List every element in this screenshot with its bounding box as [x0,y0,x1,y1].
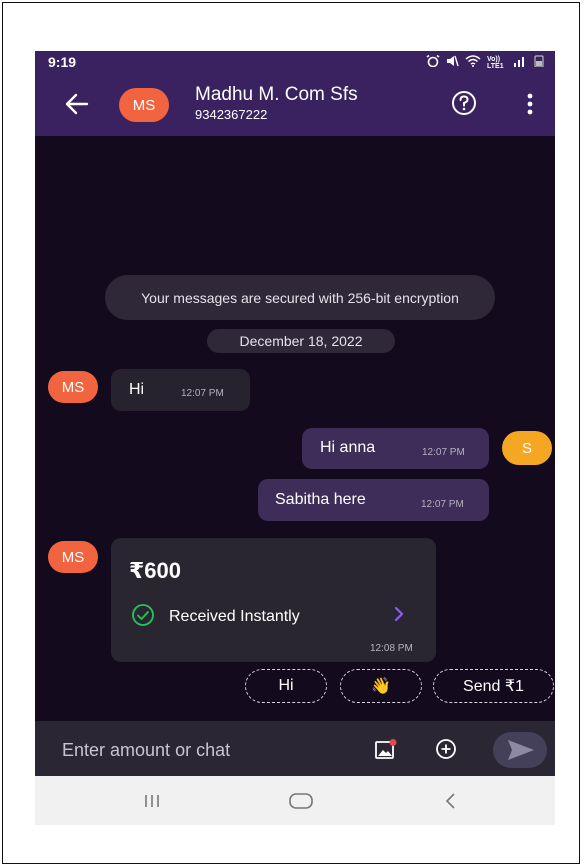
chat-input[interactable]: Enter amount or chat [62,740,230,761]
chat-input-bar: Enter amount or chat [35,721,555,776]
message-text: Sabitha here [275,491,366,508]
status-time: 9:19 [48,54,77,70]
send-button[interactable] [493,732,547,768]
signal-icon [513,55,527,70]
battery-icon [533,55,545,70]
alarm-icon [426,54,440,70]
contact-avatar[interactable]: MS [119,88,169,122]
message-text: Hi anna [320,439,376,456]
quick-reply-send-1[interactable]: Send ₹1 [433,669,554,703]
status-bar: 9:19 Vo)) LTE1 [35,51,555,74]
payment-status: Received Instantly [169,608,300,625]
phone-screen: 9:19 Vo)) LTE1 MS Madhu M. Com Sfs 93423… [35,51,555,825]
more-vert-icon[interactable] [525,92,535,116]
encryption-notice-text: Your messages are secured with 256-bit e… [141,289,459,306]
recents-icon[interactable] [141,790,163,812]
incoming-message[interactable]: Hi 12:07 PM [111,369,250,411]
home-icon[interactable] [288,790,314,812]
message-time: 12:07 PM [421,499,464,510]
payment-status-row[interactable]: Received Instantly [131,603,300,632]
message-time: 12:07 PM [181,388,224,399]
chevron-right-icon[interactable] [393,606,405,627]
message-time: 12:07 PM [422,447,465,458]
payment-time: 12:08 PM [370,643,413,654]
quick-reply-hi[interactable]: Hi [245,669,327,703]
message-text: Hi [129,381,145,398]
send-icon [508,740,534,760]
network-label: Vo)) LTE1 [487,55,504,70]
wifi-icon [465,55,481,70]
quick-reply-wave[interactable]: 👋 [340,669,422,703]
screenshot-frame: 9:19 Vo)) LTE1 MS Madhu M. Com Sfs 93423… [2,2,580,864]
chat-header: MS Madhu M. Com Sfs 9342367222 [35,74,555,136]
payment-amount: ₹600 [129,558,182,583]
encryption-notice: Your messages are secured with 256-bit e… [105,275,495,320]
back-nav-icon[interactable] [440,790,462,812]
contact-name[interactable]: Madhu M. Com Sfs [195,84,358,106]
date-separator: December 18, 2022 [207,329,395,353]
gallery-icon[interactable] [375,739,397,759]
payment-card[interactable]: ₹600 Received Instantly 12:08 PM [111,538,436,662]
outgoing-message[interactable]: Sabitha here 12:07 PM [258,479,489,521]
check-circle-icon [131,603,155,632]
status-icons: Vo)) LTE1 [426,54,545,70]
sender-avatar[interactable]: MS [48,371,98,403]
contact-phone: 9342367222 [195,107,268,122]
outgoing-message[interactable]: Hi anna 12:07 PM [302,428,489,469]
system-navigation-bar [35,776,555,825]
mute-icon [446,55,459,70]
my-avatar[interactable]: S [502,431,552,465]
help-icon[interactable] [451,90,477,116]
back-arrow-icon[interactable] [63,90,91,118]
add-circle-icon[interactable] [435,738,457,760]
sender-avatar[interactable]: MS [48,541,98,573]
